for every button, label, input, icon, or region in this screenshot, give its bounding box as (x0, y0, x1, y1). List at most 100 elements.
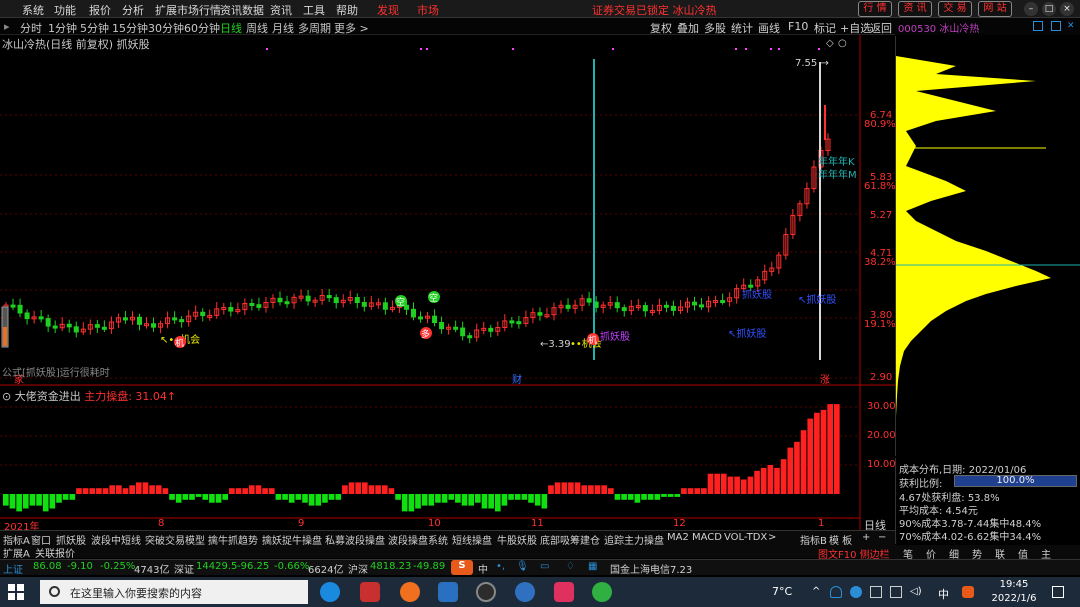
menu-item-analysis[interactable]: 分析 (122, 2, 144, 18)
capital-flow-bar (69, 494, 76, 500)
app-red-icon[interactable] (360, 582, 380, 602)
minimize-icon[interactable]: – (1024, 2, 1038, 16)
app-globe-icon[interactable] (515, 582, 535, 602)
capital-flow-bar (42, 494, 49, 512)
menu-item-system[interactable]: 系统 (22, 2, 44, 18)
tab-indicator-14[interactable]: MACD (692, 532, 722, 543)
tool-back[interactable]: 返回 (870, 20, 892, 36)
wechat-icon[interactable] (592, 582, 612, 602)
news-tab-button[interactable]: 资 讯 (898, 1, 932, 17)
menu-item-help[interactable]: 帮助 (336, 2, 358, 18)
display-icon[interactable] (890, 586, 902, 598)
magenta-marker (818, 48, 820, 50)
capital-flow-bar (255, 485, 262, 494)
app-circle-icon[interactable] (476, 582, 496, 602)
sub-chart-collapse-icon[interactable]: ⊙ (2, 390, 11, 403)
menu-item-function[interactable]: 功能 (54, 2, 76, 18)
trade-tab-button[interactable]: 交 易 (938, 1, 972, 17)
volume-icon[interactable]: ◁) (910, 586, 922, 598)
menu-item-ext-market[interactable]: 扩展市场行情 (155, 2, 221, 18)
chevron-up-icon[interactable]: ^ (812, 586, 824, 598)
tool-add-favorite[interactable]: +自选 (840, 20, 871, 36)
period-multi[interactable]: 多周期 (298, 20, 331, 36)
sub-y-label: 10.00 (867, 459, 896, 470)
website-tab-button[interactable]: 网 站 (978, 1, 1012, 17)
capital-flow-bar (122, 488, 129, 494)
tool-stats[interactable]: 统计 (731, 20, 753, 36)
broker-label: 国金上海电信7.23 (610, 565, 693, 576)
shield-icon[interactable] (830, 586, 842, 598)
right-header: 000530 冰山冷热 ✕ (895, 18, 1080, 35)
tool-mark[interactable]: 标记 (814, 20, 836, 36)
close-icon[interactable]: × (1060, 2, 1074, 16)
tab-ext-a[interactable]: 扩展A (3, 545, 30, 560)
clock-time[interactable]: 19:45 (994, 579, 1034, 590)
clock-date[interactable]: 2022/1/6 (988, 593, 1040, 604)
tool-restore-right[interactable]: 复权 (650, 20, 672, 36)
period-monthly[interactable]: 月线 (272, 20, 294, 36)
period-daily[interactable]: 日线 (220, 20, 242, 36)
ime-punct-icon[interactable]: •, (496, 561, 505, 572)
window-icon[interactable] (1033, 21, 1043, 31)
tab-indicator-16[interactable]: > (768, 532, 776, 543)
menu-item-info-data[interactable]: 资讯数据 (220, 2, 264, 18)
edge-browser-icon[interactable] (320, 582, 340, 602)
capital-flow-bar (428, 494, 435, 506)
sogou-ime-icon[interactable]: S (451, 560, 473, 575)
menu-item-tools[interactable]: 工具 (303, 2, 325, 18)
taskbar-search-input[interactable]: 在这里输入你要搜索的内容 (40, 580, 308, 604)
period-30min[interactable]: 30分钟 (148, 20, 184, 36)
sub-chart-name: 大佬资金进出 (14, 390, 81, 403)
period-1min[interactable]: 1分钟 (48, 20, 77, 36)
shirt-icon[interactable]: ♢ (566, 561, 575, 572)
tool-draw-line[interactable]: 画线 (758, 20, 780, 36)
menu-item-info[interactable]: 资讯 (270, 2, 292, 18)
microphone-icon[interactable]: 🎙 (516, 561, 529, 572)
tab-right-2[interactable]: + (862, 532, 870, 543)
tab-right-3[interactable]: − (878, 532, 886, 543)
keyboard-icon[interactable]: ▭ (540, 561, 549, 572)
discover-button[interactable]: 发现 (377, 2, 399, 18)
grid-menu-icon[interactable]: ▦ (588, 561, 597, 572)
maximize-icon[interactable]: □ (1042, 2, 1056, 16)
candle-body (52, 325, 58, 329)
capital-flow-bar (328, 494, 335, 500)
sogou-tray-icon[interactable] (962, 586, 974, 598)
period-5min[interactable]: 5分钟 (80, 20, 109, 36)
tool-f10[interactable]: F10 (788, 20, 808, 33)
windows-start-icon[interactable] (8, 584, 24, 600)
period-timeshare[interactable]: 分时 (20, 20, 42, 36)
close-panel-icon[interactable]: ✕ (1067, 21, 1075, 31)
tab-indicator-13[interactable]: MA2 (667, 532, 689, 543)
candle-body (284, 301, 290, 305)
cost-date: 成本分布,日期: 2022/01/06 (899, 465, 1027, 476)
tab-related-quote[interactable]: 关联报价 (35, 545, 75, 560)
notification-icon[interactable] (1052, 586, 1064, 598)
period-weekly[interactable]: 周线 (246, 20, 268, 36)
tool-multi-stock[interactable]: 多股 (704, 20, 726, 36)
market-button[interactable]: 市场 (417, 2, 439, 18)
menu-item-quote[interactable]: 报价 (89, 2, 111, 18)
grid-icon[interactable] (1051, 21, 1061, 31)
ime-mode[interactable]: 中 (478, 561, 488, 576)
menu-toggle-icon[interactable]: ▸ (4, 20, 10, 33)
kline-chart[interactable]: 7.55 →←3.39↖••机会••机会机多空空机抓妖股↖抓妖股抓妖股↖抓妖股年… (0, 35, 895, 530)
tab-indicator-15[interactable]: VOL-TDX (724, 532, 767, 543)
capital-flow-bar (548, 485, 554, 494)
tray-app-icon[interactable] (850, 586, 862, 598)
tool-overlay[interactable]: 叠加 (677, 20, 699, 36)
market-tab-button[interactable]: 行 情 (858, 1, 892, 17)
app-orange-icon[interactable] (400, 582, 420, 602)
circle-icon: ○ (838, 38, 847, 49)
app-blue-icon[interactable] (438, 582, 458, 602)
signal-text: 空 (429, 292, 438, 304)
weather-temperature[interactable]: 7°C (772, 585, 792, 598)
scroll-gauge-fill (3, 327, 7, 346)
period-60min[interactable]: 60分钟 (184, 20, 220, 36)
network-icon[interactable] (870, 586, 882, 598)
capital-flow-bar (594, 485, 601, 494)
period-more[interactable]: 更多 > (334, 20, 369, 36)
period-15min[interactable]: 15分钟 (112, 20, 148, 36)
app-pink-icon[interactable] (554, 582, 574, 602)
ime-indicator[interactable]: 中 (938, 586, 950, 601)
